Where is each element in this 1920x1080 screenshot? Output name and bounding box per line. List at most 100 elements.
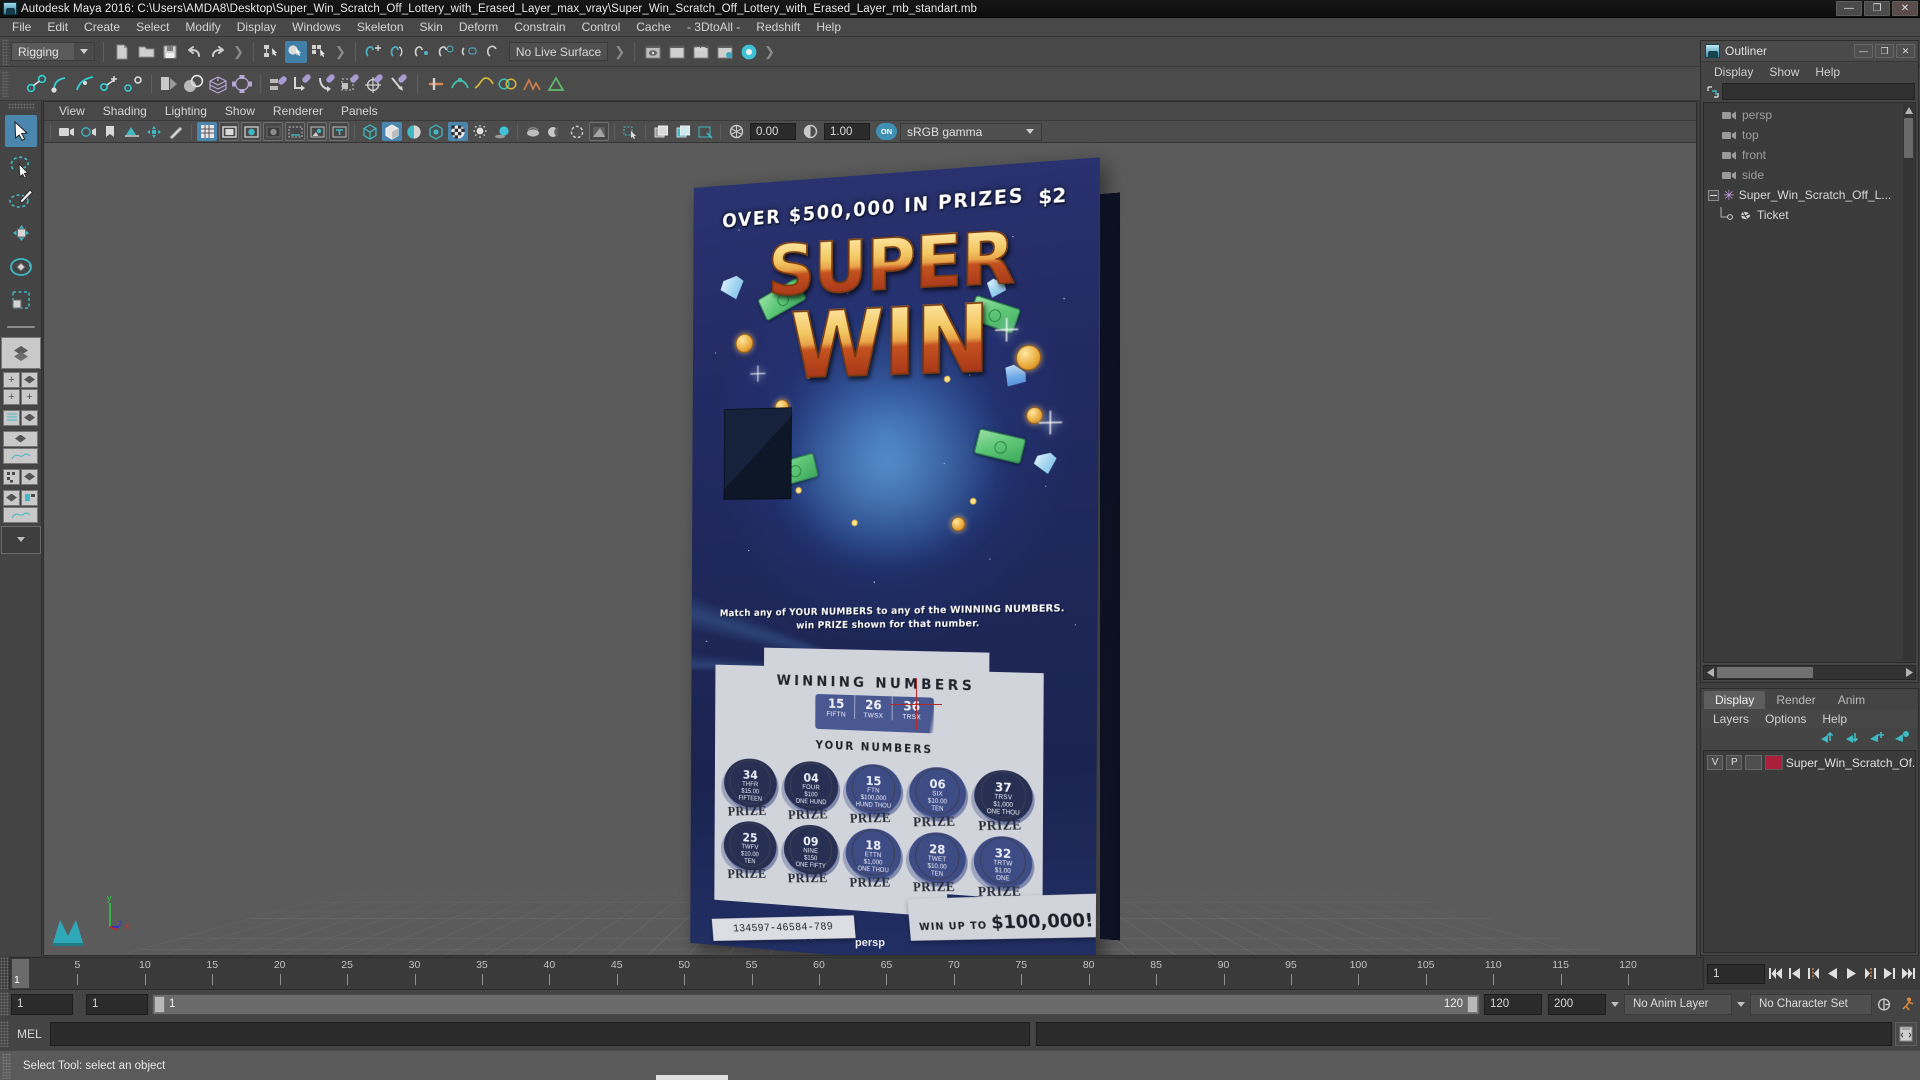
textured-mode-icon[interactable] [448,122,468,141]
layout-graph-bottom[interactable] [3,506,38,523]
layer-visibility-toggle[interactable]: V [1707,755,1724,770]
snap-to-view-planes-icon[interactable] [459,41,481,63]
tab-render-layers[interactable]: Render [1765,691,1827,709]
ik-spline-handle-icon[interactable] [74,73,96,95]
exposure-field[interactable]: 0.00 [750,123,796,140]
range-slider-grip[interactable] [0,992,9,1016]
outliner-menu-help[interactable]: Help [1807,65,1848,79]
select-camera-icon[interactable] [56,122,76,141]
create-deformer-icon[interactable] [425,73,447,95]
paint-weights-icon[interactable] [521,73,543,95]
go-to-end-button[interactable] [1900,963,1917,984]
outliner-search-input[interactable] [1722,83,1915,100]
mirror-joint-icon[interactable] [122,73,144,95]
character-set-selector[interactable]: No Character Set [1750,993,1872,1015]
outliner-item-side[interactable]: side [1704,165,1915,185]
range-right-handle[interactable] [1467,995,1478,1013]
joint-tool-icon[interactable] [26,73,48,95]
expand-group-1-icon[interactable]: ❯ [233,44,244,60]
select-tool-button[interactable] [4,115,37,147]
multisample-aa-icon[interactable] [545,122,565,141]
layout-persp-graph-group[interactable] [3,430,39,464]
step-forward-key-button[interactable] [1881,963,1898,984]
image-plane-icon[interactable] [122,122,142,141]
expand-group-4-icon[interactable]: ❯ [764,44,775,60]
current-time-indicator[interactable]: 1 [12,959,29,988]
outliner-hscroll-thumb[interactable] [1717,667,1813,678]
range-left-handle[interactable] [154,995,165,1013]
pole-vector-constraint-icon[interactable] [388,73,410,95]
ik-handle-tool-icon[interactable] [50,73,72,95]
wireframe-shading-icon[interactable] [360,122,380,141]
film-gate-icon[interactable] [219,122,239,141]
gamma-field[interactable]: 1.00 [824,123,870,140]
layout-quad-bl[interactable]: + [3,388,20,405]
color-profile-dropdown-arrow[interactable] [1019,124,1041,140]
outliner-menu-display[interactable]: Display [1706,65,1761,79]
help-line-grip[interactable] [2,1052,11,1079]
move-layer-down-icon[interactable] [1844,730,1860,747]
tab-display-layers[interactable]: Display [1704,691,1766,709]
layout-hypershade-group[interactable] [3,468,39,485]
isolate-select-icon[interactable] [620,122,640,141]
outliner-scroll-thumb[interactable] [1904,118,1913,158]
mel-input-field[interactable] [49,1022,1030,1046]
gamma-icon[interactable] [800,122,820,141]
exposure-icon[interactable] [726,122,746,141]
menu-file[interactable]: File [4,19,39,35]
render-view-icon[interactable] [642,41,664,63]
go-to-start-button[interactable] [1767,963,1784,984]
scale-tool-button[interactable] [5,285,37,317]
outliner-sync-icon[interactable] [1704,83,1722,100]
layout-persp-top[interactable] [3,430,38,447]
interactive-bind-icon[interactable] [183,73,205,95]
play-forwards-button[interactable] [1843,963,1860,984]
display-alpha-channel-icon[interactable] [673,122,693,141]
smooth-shade-all-icon[interactable] [382,122,402,141]
outliner-item-super-win-group[interactable]: ✳ Super_Win_Scratch_Off_L... [1704,185,1915,205]
layer-menu-help[interactable]: Help [1814,712,1855,726]
live-surface-field[interactable]: No Live Surface [508,42,609,61]
persp-viewport[interactable]: OVER $500,000 IN PRIZES $2 SUPER WIN Mat… [44,143,1696,955]
expand-group-3-icon[interactable]: ❯ [614,44,625,60]
layer-row[interactable]: V P Super_Win_Scratch_Of... [1704,753,1915,772]
ambient-occlusion-icon[interactable] [567,122,587,141]
motion-blur-icon[interactable] [523,122,543,141]
layer-color-swatch[interactable] [1764,755,1783,770]
character-set-dropdown-arrow[interactable] [1737,1001,1745,1007]
make-live-icon[interactable] [483,41,505,63]
menu-create[interactable]: Create [76,19,128,35]
menu-help[interactable]: Help [808,19,849,35]
film-gate-mask-icon[interactable] [285,122,305,141]
redo-icon[interactable] [207,41,229,63]
open-scene-icon[interactable] [135,41,157,63]
ticket-object[interactable]: OVER $500,000 IN PRIZES $2 SUPER WIN Mat… [690,157,1120,955]
viewport-menu-view[interactable]: View [50,103,94,119]
shelf-grip[interactable] [2,70,9,97]
color-management-toggle[interactable]: ON [876,123,897,140]
layout-outliner-persp-group[interactable] [3,409,39,426]
camera-attributes-icon[interactable] [78,122,98,141]
layout-more-dropdown[interactable] [0,525,41,554]
animation-preferences-runner-icon[interactable] [1896,994,1920,1015]
outliner-menu-show[interactable]: Show [1761,65,1807,79]
viewport-menu-shading[interactable]: Shading [94,103,156,119]
lattice-deformer-icon[interactable] [207,73,229,95]
sculpt-deformer-icon[interactable] [545,73,567,95]
menu-set-selector[interactable]: Rigging [11,42,95,61]
menu-constrain[interactable]: Constrain [506,19,573,35]
menu-deform[interactable]: Deform [451,19,506,35]
mel-output-field[interactable] [1035,1022,1892,1046]
menu-windows[interactable]: Windows [284,19,349,35]
new-layer-from-selected-icon[interactable] [1869,730,1885,747]
range-end-field[interactable]: 200 [1548,993,1606,1015]
scroll-left-arrow-icon[interactable] [1704,667,1716,678]
viewport-menu-lighting[interactable]: Lighting [156,103,216,119]
range-slider[interactable]: 1 120 [152,993,1480,1015]
playback-end-field[interactable]: 120 [1484,993,1542,1015]
menu-display[interactable]: Display [229,19,284,35]
resolution-gate-icon[interactable] [241,122,261,141]
time-slider-grip[interactable] [0,957,9,990]
new-scene-icon[interactable] [111,41,133,63]
step-back-frame-button[interactable] [1805,963,1822,984]
